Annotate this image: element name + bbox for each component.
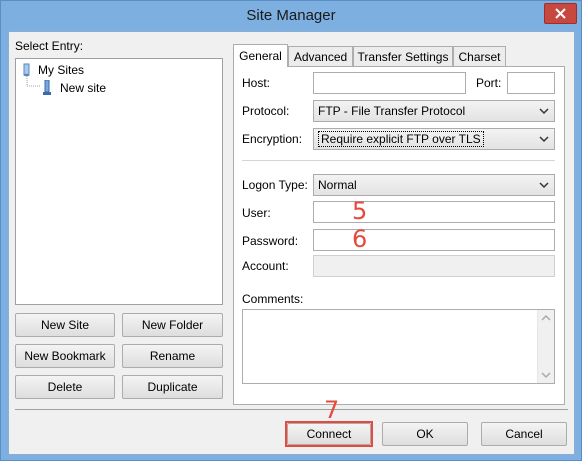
logon-type-value: Normal xyxy=(318,178,357,192)
site-tree[interactable]: My Sites New site xyxy=(15,58,223,305)
footer-separator xyxy=(15,409,568,410)
password-field[interactable] xyxy=(313,229,555,251)
comments-textarea[interactable] xyxy=(242,309,555,384)
new-bookmark-button[interactable]: New Bookmark xyxy=(15,344,115,368)
rename-button-label: Rename xyxy=(149,349,196,363)
duplicate-button[interactable]: Duplicate xyxy=(122,375,223,399)
tree-item-new-site[interactable]: New site xyxy=(42,80,106,96)
cancel-button-label: Cancel xyxy=(505,427,543,441)
password-label: Password: xyxy=(242,234,299,248)
protocol-select[interactable]: FTP - File Transfer Protocol xyxy=(313,100,555,122)
tab-advanced[interactable]: Advanced xyxy=(288,46,353,66)
logon-type-label: Logon Type: xyxy=(242,178,308,192)
account-label: Account: xyxy=(242,259,289,273)
scroll-down-icon xyxy=(541,372,551,379)
protocol-label: Protocol: xyxy=(242,104,290,118)
chevron-down-icon xyxy=(539,182,549,189)
tab-charset[interactable]: Charset xyxy=(453,46,506,66)
encryption-label: Encryption: xyxy=(242,132,303,146)
port-field[interactable] xyxy=(507,72,555,94)
host-label: Host: xyxy=(242,76,271,90)
scroll-up-icon xyxy=(541,314,551,321)
encryption-select[interactable]: Require explicit FTP over TLS xyxy=(313,128,555,150)
tab-label: Transfer Settings xyxy=(357,49,449,64)
new-bookmark-button-label: New Bookmark xyxy=(24,349,106,363)
comments-label: Comments: xyxy=(242,292,304,306)
connect-button-label: Connect xyxy=(306,427,352,441)
title-bar[interactable]: Site Manager xyxy=(1,1,581,31)
ok-button-label: OK xyxy=(416,427,434,441)
folder-icon xyxy=(23,63,30,77)
close-button[interactable] xyxy=(544,3,577,24)
annotation-step-7: 7 xyxy=(324,396,340,424)
account-field xyxy=(313,255,555,277)
site-icon xyxy=(43,80,51,95)
protocol-value: FTP - File Transfer Protocol xyxy=(318,104,466,118)
general-panel: Host: Port: Protocol: FTP - File Transfe… xyxy=(233,66,565,405)
tab-label: Charset xyxy=(458,49,501,64)
dialog-body: Select Entry: My Sites New site New Site… xyxy=(8,31,575,455)
site-manager-window: Site Manager Select Entry: My Sites New … xyxy=(0,0,582,461)
new-folder-button[interactable]: New Folder xyxy=(122,313,223,337)
window-title: Site Manager xyxy=(246,7,336,24)
cancel-button[interactable]: Cancel xyxy=(481,422,567,446)
user-label: User: xyxy=(242,206,271,220)
logon-type-select[interactable]: Normal xyxy=(313,174,555,196)
new-site-button-label: New Site xyxy=(40,318,90,332)
delete-button-label: Delete xyxy=(47,380,83,394)
ok-button[interactable]: OK xyxy=(382,422,468,446)
new-site-button[interactable]: New Site xyxy=(15,313,115,337)
connect-button[interactable]: Connect xyxy=(287,423,371,445)
rename-button[interactable]: Rename xyxy=(122,344,223,368)
tab-label: Advanced xyxy=(293,49,348,64)
duplicate-button-label: Duplicate xyxy=(147,380,198,394)
tree-connector xyxy=(26,76,40,87)
annotation-step-6: 6 xyxy=(352,225,368,253)
new-folder-button-label: New Folder xyxy=(141,318,204,332)
tree-item-label: New site xyxy=(60,81,107,95)
user-field[interactable] xyxy=(313,201,555,223)
tab-general[interactable]: General xyxy=(233,44,288,67)
comments-scrollbar[interactable] xyxy=(537,310,554,383)
tree-item-label: My Sites xyxy=(38,63,85,77)
encryption-value: Require explicit FTP over TLS xyxy=(318,131,484,147)
chevron-down-icon xyxy=(539,136,549,143)
port-label: Port: xyxy=(476,76,502,90)
tab-transfer-settings[interactable]: Transfer Settings xyxy=(353,46,453,66)
close-icon xyxy=(555,8,566,19)
chevron-down-icon xyxy=(539,108,549,115)
annotation-step-5: 5 xyxy=(352,197,368,225)
separator xyxy=(242,160,555,161)
host-field[interactable] xyxy=(313,72,466,94)
tab-label: General xyxy=(239,49,282,63)
delete-button[interactable]: Delete xyxy=(15,375,115,399)
select-entry-label: Select Entry: xyxy=(15,39,84,53)
